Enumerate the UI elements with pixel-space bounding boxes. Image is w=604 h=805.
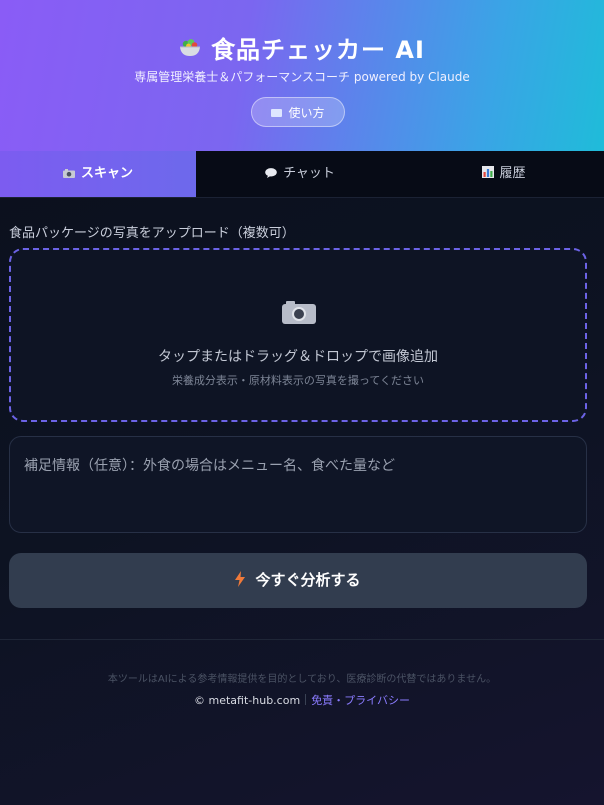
tab-scan[interactable]: スキャン — [0, 151, 196, 197]
camera-icon — [282, 300, 316, 324]
footer-separator — [305, 694, 307, 705]
lightning-icon — [235, 555, 246, 587]
disclaimer-text: 本ツールはAIによる参考情報提供を目的としており、医療診断の代替ではありません。 — [107, 674, 497, 685]
dropzone-main-text: タップまたはドラッグ＆ドロップで画像追加 — [158, 349, 438, 365]
camera-icon — [62, 152, 75, 198]
notes-input[interactable] — [9, 436, 587, 533]
copyright-link[interactable]: © metafit-hub.com — [194, 694, 300, 707]
howto-label: 使い方 — [288, 106, 325, 120]
bar-chart-icon — [482, 152, 495, 178]
dropzone-sub-text: 栄養成分表示・原材料表示の写真を撮ってください — [171, 374, 425, 387]
analyze-label: 今すぐ分析する — [255, 571, 361, 589]
tab-bar: スキャン チャット 履歴 — [0, 151, 604, 198]
tab-history[interactable]: 履歴 — [404, 151, 604, 197]
tab-chat-label: チャット — [283, 166, 335, 181]
analyze-button[interactable]: 今すぐ分析する — [9, 553, 587, 608]
tab-history-label: 履歴 — [499, 166, 526, 181]
tab-scan-label: スキャン — [80, 166, 133, 181]
app-title: 食品チェッカー AI — [211, 36, 425, 64]
image-dropzone[interactable]: タップまたはドラッグ＆ドロップで画像追加 栄養成分表示・原材料表示の写真を撮って… — [9, 248, 587, 422]
salad-bowl-icon — [179, 36, 201, 64]
privacy-link[interactable]: 免責・プライバシー — [311, 694, 410, 707]
book-icon — [271, 109, 283, 117]
howto-button[interactable]: 使い方 — [251, 97, 345, 127]
footer-divider — [0, 639, 604, 640]
page-title: 食品チェッカー AI — [0, 30, 604, 65]
tab-chat[interactable]: チャット — [196, 151, 404, 197]
footer-links: © metafit-hub.com 免責・プライバシー — [0, 692, 604, 708]
app-header: 食品チェッカー AI 専属管理栄養士＆パフォーマンスコーチ powered by… — [0, 0, 604, 151]
app-subtitle: 専属管理栄養士＆パフォーマンスコーチ powered by Claude — [134, 70, 470, 84]
upload-label: 食品パッケージの写真をアップロード（複数可） — [9, 226, 295, 241]
speech-bubble-icon — [265, 152, 277, 198]
